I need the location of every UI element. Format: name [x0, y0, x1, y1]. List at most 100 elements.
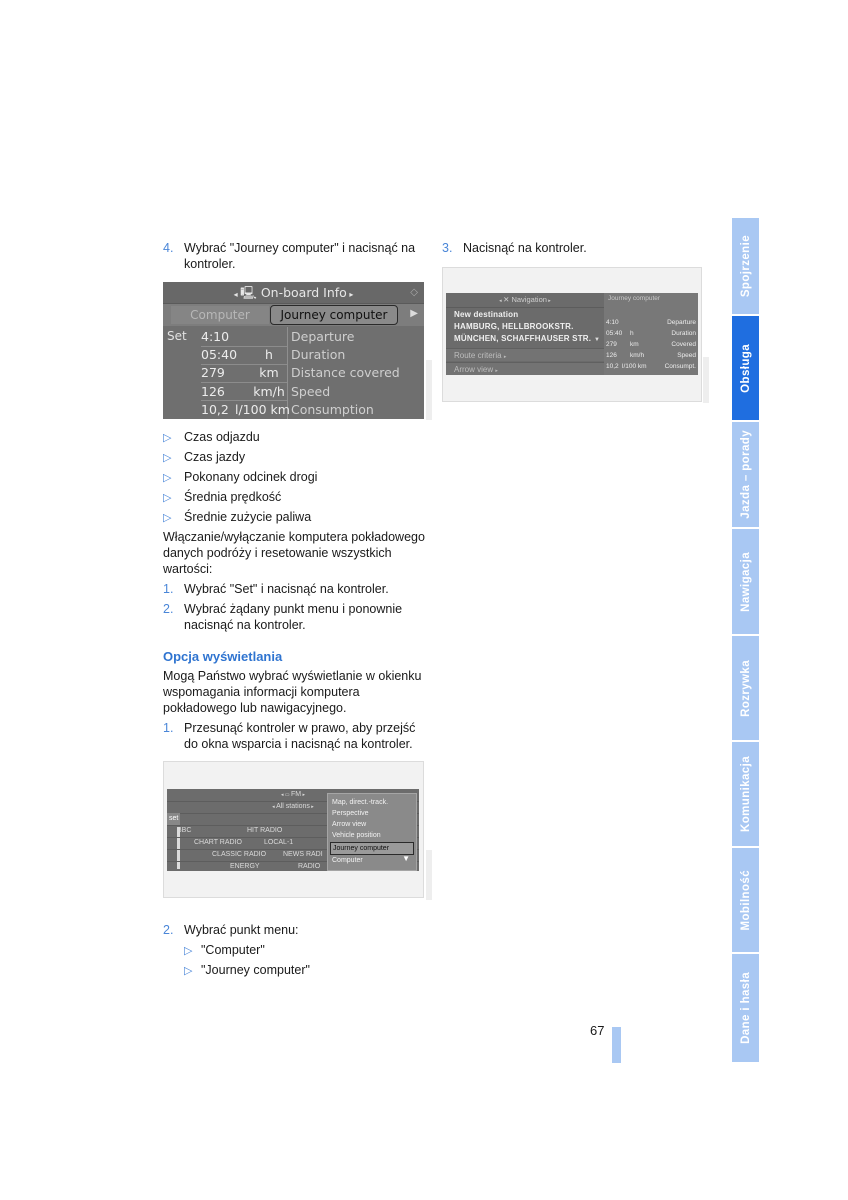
side-tab-mobilnosc[interactable]: Mobilność: [732, 848, 759, 952]
filter-label: All stations: [276, 803, 310, 810]
station: ENERGY: [230, 863, 260, 870]
set-button[interactable]: set: [167, 813, 181, 825]
list-item: ▷ Średnia prędkość: [163, 489, 428, 509]
destination-item[interactable]: MÜNCHEN, SCHAFFHAUSER STR.: [454, 333, 591, 345]
data-row: 05:40 h Duration: [606, 328, 696, 339]
data-row: 10,2 l/100 km: [201, 401, 290, 419]
tab-label: Obsługa: [739, 343, 752, 393]
display-options-popup: Map, direct.-track. Perspective Arrow vi…: [327, 793, 417, 871]
computer-icon: 🖳: [240, 285, 257, 300]
side-tab-spojrzenie[interactable]: Spojrzenie: [732, 218, 759, 314]
label: Distance covered: [291, 365, 400, 380]
navigation-screen: ◂ ✕ Navigation ▸ New destination HAMBURG…: [446, 293, 698, 375]
page-marker: [612, 1027, 621, 1063]
list-item: ▷ Pokonany odcinek drogi: [163, 469, 428, 489]
onboard-info-screenshot: ◂ 🖳 On-board Info ▸ ◇ Computer Journey c…: [163, 282, 424, 419]
label: Departure: [667, 319, 696, 326]
triangle-bullet-icon: ▷: [163, 432, 172, 444]
step-text: Wybrać "Journey computer" i nacisnąć na …: [184, 241, 416, 271]
image-id-mark: [703, 357, 709, 403]
scroll-down-icon: ▼: [594, 337, 600, 343]
menu-label: Arrow view: [454, 365, 494, 374]
tabs: Computer Journey computer ▶: [163, 304, 424, 326]
menu-item[interactable]: Vehicle position: [332, 830, 412, 841]
value: 4:10: [606, 319, 619, 326]
step-number: 1.: [163, 721, 174, 735]
tab-computer[interactable]: Computer: [171, 306, 269, 324]
arrow-view-menu[interactable]: Arrow view ▸: [446, 362, 604, 375]
screen-title-bar: ◂ 🖳 On-board Info ▸ ◇: [163, 282, 424, 304]
tab-label: Rozrywka: [739, 659, 752, 717]
label: Covered: [671, 341, 696, 348]
paragraph: Mogą Państwo wybrać wyświetlanie w okien…: [163, 669, 422, 715]
step-text: Nacisnąć na kontroler.: [463, 241, 587, 255]
triangle-bullet-icon: ▷: [163, 472, 172, 484]
tab-label: Mobilność: [739, 869, 752, 931]
side-tab-nawigacja[interactable]: Nawigacja: [732, 529, 759, 634]
label: Duration: [671, 330, 696, 337]
band-label: FM: [291, 791, 302, 798]
step-number: 1.: [163, 582, 174, 596]
item-text: Pokonany odcinek drogi: [184, 470, 318, 484]
menu-item[interactable]: Map, direct.-track.: [332, 797, 412, 808]
menu-item[interactable]: Computer: [332, 855, 412, 866]
route-criteria-menu[interactable]: Route criteria ▸: [446, 348, 604, 361]
step-1: 1. Wybrać "Set" i nacisnąć na kontroler.: [163, 581, 428, 597]
side-tab-dane-i-hasla[interactable]: Dane i hasła: [732, 954, 759, 1062]
side-tab-obsluga[interactable]: Obsługa: [732, 316, 759, 420]
step-text: Wybrać "Set" i nacisnąć na kontroler.: [184, 582, 389, 596]
tab-label: Jazda – porady: [739, 430, 752, 519]
destination-item[interactable]: HAMBURG, HELLBROOKSTR.: [454, 321, 574, 333]
panel-title: Journey computer: [608, 295, 661, 302]
item-text: Czas jazdy: [184, 450, 246, 464]
value: 10,2: [201, 402, 229, 417]
step-number: 2.: [163, 602, 174, 616]
step-text: Przesunąć kontroler w prawo, aby przejść…: [184, 721, 416, 751]
item-text: Czas odjazdu: [184, 430, 260, 444]
item-text: Średnie zużycie paliwa: [184, 510, 312, 524]
tab-journey-computer[interactable]: Journey computer: [270, 305, 398, 325]
value: 05:40: [201, 347, 238, 362]
navigation-icon: ✕: [503, 295, 510, 304]
sub-bullet-list: ▷ "Computer" ▷ "Journey computer": [184, 942, 424, 982]
label: Speed: [291, 384, 331, 399]
unit: km: [259, 365, 279, 380]
menu-item[interactable]: Perspective: [332, 808, 412, 819]
tab-label: Komunikacja: [739, 756, 752, 832]
station: LOCAL-1: [264, 839, 294, 846]
data-row: 279 km: [201, 364, 289, 382]
list-item: ▷ "Journey computer": [184, 962, 424, 982]
data-row: 05:40 h: [201, 346, 289, 364]
station: CLASSIC RADIO: [212, 851, 267, 858]
value: 05:40: [606, 330, 623, 337]
set-button[interactable]: Set: [167, 329, 187, 343]
controller-icon: ◇: [410, 287, 418, 298]
tab-label: Spojrzenie: [739, 234, 752, 298]
navigation-title-bar: ◂ ✕ Navigation ▸: [446, 293, 604, 308]
list-item: ▷ "Computer": [184, 942, 424, 962]
list-item: ▷ Czas jazdy: [163, 449, 428, 469]
menu-item[interactable]: New destination: [454, 309, 518, 321]
step-text: Wybrać punkt menu:: [184, 923, 299, 937]
side-tab-jazda-porady[interactable]: Jazda – porady: [732, 422, 759, 527]
label: Consumpt.: [664, 363, 696, 370]
arrow-right-icon: ▶: [410, 308, 418, 319]
section-heading: Opcja wyświetlania: [163, 649, 283, 664]
screen-title: On-board Info: [260, 285, 347, 300]
navigation-panel: ◂ ✕ Navigation ▸ New destination HAMBURG…: [446, 293, 604, 375]
data-row: 4:10 Departure: [606, 317, 696, 328]
image-id-mark: [426, 850, 432, 900]
step-3: 3. Nacisnąć na kontroler.: [442, 240, 707, 256]
item-text: Średnia prędkość: [184, 490, 282, 504]
side-tab-rozrywka[interactable]: Rozrywka: [732, 636, 759, 740]
value: 10,2: [606, 363, 619, 370]
value: 279: [201, 365, 225, 380]
data-row: 4:10: [201, 328, 289, 346]
list-item: ▷ Czas odjazdu: [163, 429, 428, 449]
scroll-down-icon: ▼: [402, 854, 410, 863]
data-row: 10,2 l/100 km Consumpt.: [606, 361, 696, 372]
data-row: 126 km/h: [201, 383, 289, 401]
side-tab-komunikacja[interactable]: Komunikacja: [732, 742, 759, 846]
menu-item[interactable]: Arrow view: [332, 819, 412, 830]
radio-screen: ◂ ▭ FM ▸ ◂ All stations ▸ set BBC HIT RAD…: [167, 789, 419, 871]
